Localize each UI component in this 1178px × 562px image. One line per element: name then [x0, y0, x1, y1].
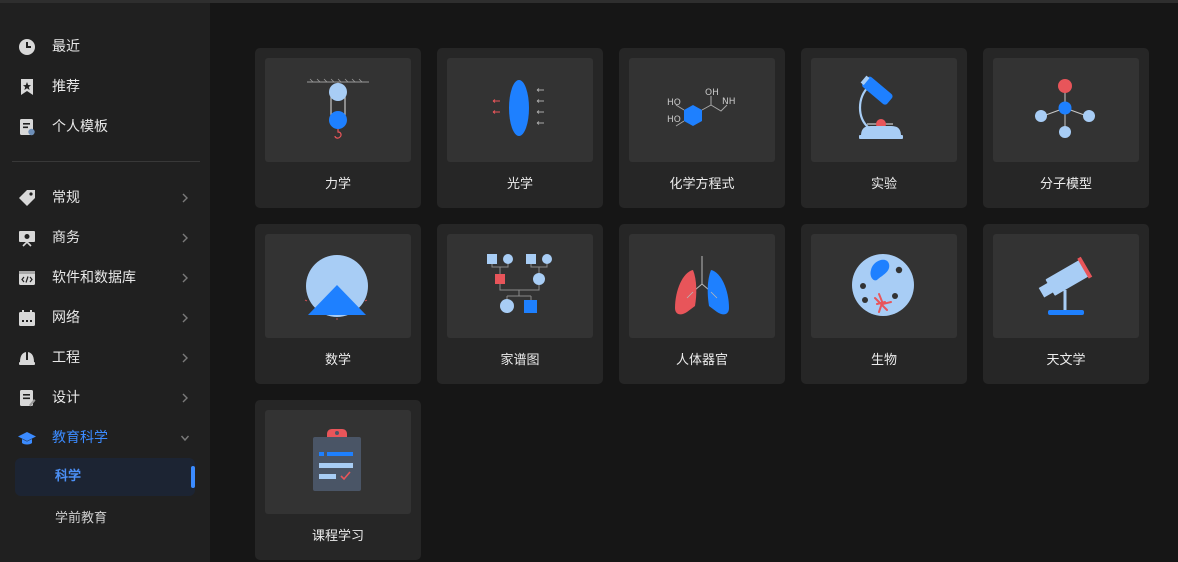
sidebar-item-label: 个人模板: [52, 119, 108, 135]
template-title: 化学方程式: [669, 177, 735, 192]
chevron-right-icon: [182, 393, 188, 403]
sidebar-divider: [12, 161, 200, 162]
molecule-icon: [1035, 79, 1095, 138]
sidebar-item-network[interactable]: 网络: [0, 301, 210, 335]
lungs-icon: [675, 256, 729, 315]
template-card-experiment[interactable]: 实验: [801, 48, 967, 208]
sidebar-subitem-label: 学前教育: [55, 511, 108, 526]
lens-optics-icon: [492, 80, 544, 136]
graduation-cap-icon: [18, 432, 36, 445]
selected-indicator: [191, 466, 195, 488]
presentation-board-icon: [19, 231, 35, 247]
sidebar-item-label: 设计: [52, 390, 80, 406]
sidebar-item-label: 常规: [52, 190, 80, 206]
chem-label-nh: NH: [722, 97, 736, 107]
template-card-mathematics[interactable]: 数学: [255, 224, 421, 384]
template-thumbnail: HO OH NH HO: [629, 58, 775, 162]
chemical-structure-icon: HO OH NH HO: [667, 88, 736, 127]
clock-icon: [19, 39, 35, 55]
code-window-icon: [19, 271, 35, 285]
clipboard-checklist-icon: [313, 429, 361, 491]
network-icon: [19, 310, 35, 326]
sidebar-item-recommended[interactable]: 推荐: [0, 70, 210, 104]
sidebar-item-engineering[interactable]: 工程: [0, 341, 210, 375]
star-bookmark-icon: [21, 79, 33, 95]
template-grid: 力学 光学 HO OH NH HO 化学方程式 实验 分子模型 数学 家谱图 人…: [210, 3, 1178, 562]
geometry-shapes-icon: [304, 255, 368, 320]
sidebar-item-personal-templates[interactable]: 个人模板: [0, 110, 210, 144]
template-thumbnail: [993, 58, 1139, 162]
template-title: 课程学习: [311, 529, 364, 544]
template-card-human-organs[interactable]: 人体器官: [619, 224, 785, 384]
sidebar-item-education-science[interactable]: 教育科学: [0, 421, 210, 455]
template-card-astronomy[interactable]: 天文学: [983, 224, 1149, 384]
sidebar-item-label: 推荐: [52, 79, 80, 95]
sidebar-item-business[interactable]: 商务: [0, 221, 210, 255]
template-title: 人体器官: [675, 353, 728, 368]
template-card-course-study[interactable]: 课程学习: [255, 400, 421, 560]
template-card-biology[interactable]: 生物: [801, 224, 967, 384]
chem-label-oh: OH: [705, 88, 719, 98]
sidebar-item-design[interactable]: 设计: [0, 381, 210, 415]
template-card-mechanics[interactable]: 力学: [255, 48, 421, 208]
chevron-right-icon: [182, 273, 188, 283]
sidebar-item-label: 最近: [52, 39, 80, 55]
template-thumbnail: [265, 410, 411, 514]
template-title: 天文学: [1046, 353, 1086, 368]
sidebar-item-label: 网络: [52, 310, 80, 326]
template-thumbnail: [265, 58, 411, 162]
template-thumbnail: [629, 234, 775, 338]
sidebar-item-label: 商务: [52, 230, 80, 246]
sidebar-subitem-preschool-education[interactable]: 学前教育: [15, 500, 195, 538]
template-card-chemical-equation[interactable]: HO OH NH HO 化学方程式: [619, 48, 785, 208]
template-title: 家谱图: [500, 353, 540, 368]
chevron-right-icon: [182, 233, 188, 243]
template-title: 分子模型: [1039, 177, 1092, 192]
template-thumbnail: [993, 234, 1139, 338]
template-title: 生物: [870, 353, 897, 368]
template-card-optics[interactable]: 光学: [437, 48, 603, 208]
sidebar-item-software-database[interactable]: 软件和数据库: [0, 261, 210, 295]
sidebar-item-label: 软件和数据库: [52, 270, 136, 286]
chevron-right-icon: [182, 193, 188, 203]
template-title: 实验: [870, 177, 897, 192]
hard-hat-icon: [19, 352, 35, 365]
chem-label-ho-2: HO: [667, 115, 681, 125]
template-thumbnail: [811, 58, 957, 162]
template-thumbnail: [447, 58, 593, 162]
template-card-family-tree[interactable]: 家谱图: [437, 224, 603, 384]
template-title: 力学: [324, 177, 351, 192]
template-thumbnail: [811, 234, 957, 338]
telescope-icon: [1038, 256, 1093, 315]
template-title: 光学: [506, 177, 533, 192]
chevron-right-icon: [182, 313, 188, 323]
family-tree-icon: [487, 254, 552, 313]
template-title: 数学: [324, 353, 351, 368]
sidebar: 最近 推荐 个人模板 常规 商务 软件和数据库 网络 工程 设计 教育科学 科学…: [0, 3, 210, 562]
sidebar-subitem-label: 科学: [55, 469, 82, 484]
pulley-mechanics-icon: [307, 78, 369, 139]
sidebar-item-label: 工程: [52, 350, 80, 366]
sidebar-item-recent[interactable]: 最近: [0, 30, 210, 64]
chem-label-ho: HO: [667, 98, 681, 108]
design-doc-icon: [20, 390, 36, 407]
cell-icon: [852, 254, 914, 316]
chevron-right-icon: [182, 353, 188, 363]
microscope-icon: [858, 75, 903, 139]
chevron-down-icon: [180, 435, 190, 442]
template-thumbnail: [265, 234, 411, 338]
sidebar-subitem-science[interactable]: 科学: [15, 458, 195, 496]
tag-icon: [19, 190, 35, 206]
template-thumbnail: [447, 234, 593, 338]
template-card-molecular-model[interactable]: 分子模型: [983, 48, 1149, 208]
personal-template-icon: [20, 119, 35, 136]
sidebar-item-general[interactable]: 常规: [0, 181, 210, 215]
sidebar-item-label: 教育科学: [52, 430, 108, 446]
